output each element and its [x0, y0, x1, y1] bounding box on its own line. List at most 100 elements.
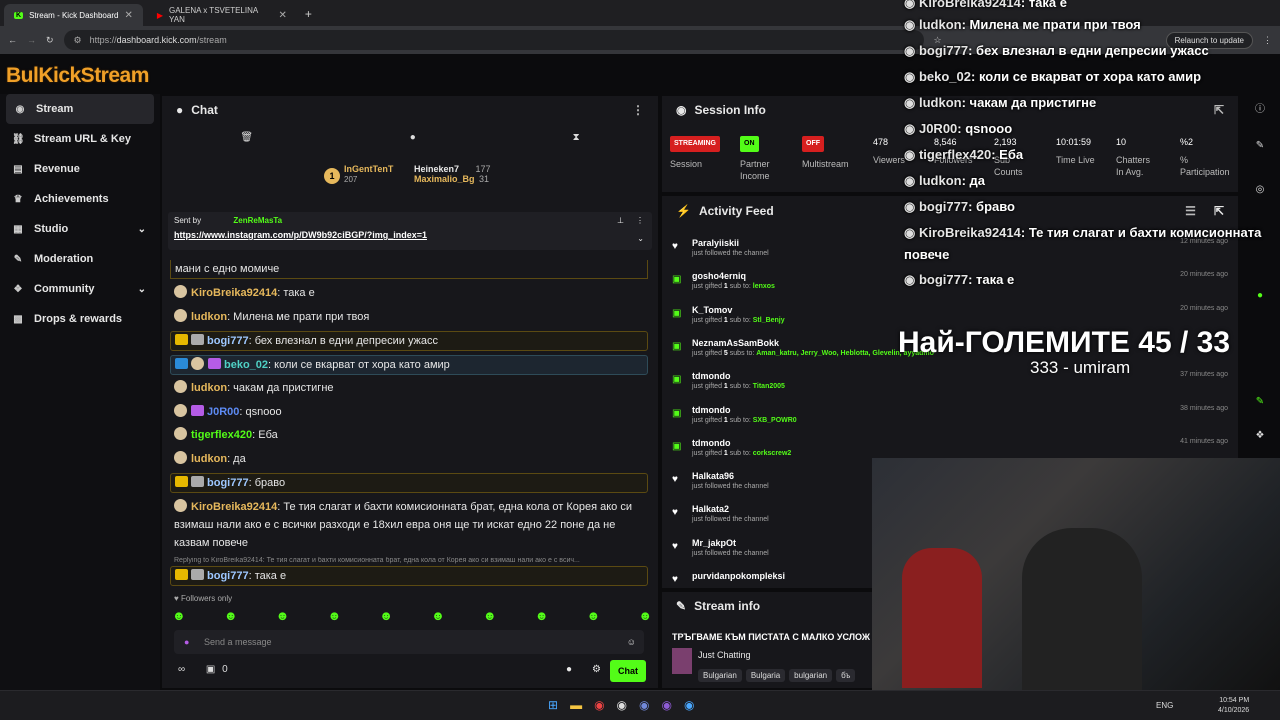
gear-icon[interactable]: ⚙	[592, 664, 601, 675]
file-explorer-icon[interactable]: ▬	[570, 698, 582, 712]
hourglass-icon[interactable]: ⧗	[573, 132, 580, 152]
chevron-down-icon[interactable]: ⌄	[637, 234, 644, 243]
chevron-down-icon[interactable]: ⌄	[138, 224, 146, 235]
username[interactable]: ludkon	[191, 382, 227, 394]
category-name[interactable]: Just Chatting	[698, 650, 751, 660]
activity-username[interactable]: K_Tomov	[692, 305, 1228, 315]
tag[interactable]: Bulgaria	[745, 669, 786, 682]
chrome-icon[interactable]: ◉	[594, 698, 604, 712]
username[interactable]: ludkon	[191, 453, 227, 465]
gift-recipients[interactable]: corkscrew2	[753, 450, 792, 457]
browser-tab-kick[interactable]: K Stream - Kick Dashboard ✕	[4, 4, 143, 26]
emote-icon[interactable]: ☻	[483, 608, 497, 623]
activity-username[interactable]: tdmondo	[692, 405, 1228, 415]
sidebar-item-studio[interactable]: ▦ Studio ⌄	[0, 214, 160, 244]
emote-icon[interactable]: ☻	[638, 608, 652, 623]
username[interactable]: KiroBreika92414	[191, 501, 277, 513]
username[interactable]: KiroBreika92414	[191, 287, 277, 299]
discord-icon[interactable]: ◉	[639, 698, 649, 712]
emote-icon[interactable]: ☻	[379, 608, 393, 623]
username[interactable]: beko_02	[224, 359, 268, 371]
mic-icon[interactable]: ●	[184, 637, 189, 647]
emote-icon[interactable]: ☻	[224, 608, 238, 623]
gift-recipients[interactable]: SXB_POWR0	[753, 417, 797, 424]
crown-badge-icon	[175, 334, 188, 345]
emote-icon[interactable]: ☻	[587, 608, 601, 623]
username[interactable]: bogi777	[207, 477, 249, 489]
more-options-icon[interactable]: ⋮	[636, 216, 644, 225]
wrench-icon[interactable]: ✎	[1250, 392, 1270, 412]
viber-icon[interactable]: ◉	[662, 698, 672, 712]
wrench-icon: ✎	[676, 599, 687, 613]
viewer-list-icon[interactable]: ▣	[206, 664, 215, 675]
username[interactable]: J0R00	[207, 406, 239, 418]
chat-icon[interactable]: ●	[410, 132, 416, 152]
new-tab-icon[interactable]: +	[305, 7, 312, 21]
trash-icon[interactable]: 🗑	[240, 132, 253, 152]
gift-count: 1	[723, 383, 728, 391]
message-text: : браво	[248, 477, 286, 489]
username[interactable]: bogi777	[207, 570, 249, 582]
sidebar-item-stream[interactable]: ◉ Stream	[6, 94, 154, 124]
heart-icon: ♥	[672, 574, 678, 585]
followers-only-text: Followers only	[180, 594, 233, 603]
back-icon[interactable]: ←	[8, 35, 17, 45]
tag[interactable]: Bulgarian	[698, 669, 742, 682]
chat-settings-icon[interactable]: ●	[566, 664, 572, 675]
username[interactable]: ludkon	[191, 311, 227, 323]
message-input[interactable]: ● Send a message ☺	[174, 630, 644, 654]
emote-icon[interactable]: ☻	[172, 608, 186, 623]
emote-icon[interactable]: ☻	[276, 608, 290, 623]
send-chat-button[interactable]: Chat	[610, 660, 646, 682]
more-options-icon[interactable]: ⋮	[632, 103, 644, 117]
pin-icon[interactable]: ⊥	[617, 216, 624, 225]
emote-icon[interactable]: ☻	[431, 608, 445, 623]
gift-count: 1	[723, 316, 728, 324]
username[interactable]: tigerflex420	[191, 429, 252, 441]
gift-recipients[interactable]: Stl_Benjy	[753, 317, 785, 324]
sidebar-item-community[interactable]: ❖ Community ⌄	[0, 274, 160, 304]
windows-start-icon[interactable]: ⊞	[548, 698, 558, 712]
sidebar-item-achievements[interactable]: ♛ Achievements	[0, 184, 160, 214]
chevron-down-icon[interactable]: ⌄	[138, 284, 146, 295]
reload-icon[interactable]: ↻	[46, 35, 54, 46]
overlay-chat-line: ◉ KiroBreika92414: Те тия слагат и бахти…	[904, 225, 1261, 241]
overlay-text: : Те тия слагат и бахти комисионната	[1020, 225, 1262, 240]
gift-recipients[interactable]: Titan2005	[753, 383, 785, 390]
forward-icon[interactable]: →	[27, 35, 36, 45]
activity-username[interactable]: tdmondo	[692, 438, 1228, 448]
language-indicator[interactable]: ENG	[1156, 701, 1173, 710]
sidebar-item-moderation[interactable]: ✎ Moderation	[0, 244, 160, 274]
gift-count: 1	[723, 449, 728, 457]
activity-username[interactable]: tdmondo	[692, 371, 1228, 381]
overlay-chat-line: ◉ bogi777: така е	[904, 272, 1014, 288]
users-icon[interactable]: ❖	[1250, 426, 1270, 446]
emote-icon[interactable]: ☻	[327, 608, 341, 623]
emoji-icon[interactable]: ☺	[627, 637, 636, 647]
emote-icon[interactable]: ☻	[535, 608, 549, 623]
sidebar: ◉ Stream ⛓ Stream URL & Key ▤ Revenue ♛ Achi…	[0, 94, 160, 690]
username[interactable]: bogi777	[207, 335, 249, 347]
clock[interactable]: 10:54 PM 4/10/2026	[1218, 696, 1249, 716]
person-right	[1022, 528, 1142, 690]
close-icon[interactable]: ✕	[278, 10, 286, 21]
url-field[interactable]: ⚙ https://dashboard.kick.com/stream	[63, 30, 924, 50]
sidebar-item-stream-url[interactable]: ⛓ Stream URL & Key	[0, 124, 160, 154]
tag[interactable]: бъ	[836, 669, 856, 682]
app-icon[interactable]: ◉	[684, 698, 694, 712]
infinity-icon[interactable]: ∞	[178, 664, 185, 675]
chat-panel: ● Chat ⋮ 🗑 ● ⧗ 1 InGentTenT 207 Heineken…	[162, 96, 658, 688]
stat-partner-income: ON Partner Income	[740, 136, 800, 182]
site-info-icon[interactable]: ⚙	[74, 35, 82, 46]
browser-tab-youtube[interactable]: ▶ GALENA x TSVETELINA YAN ✕	[147, 4, 297, 26]
chat-overlay: ◉ KiroBreika92414: така е ◉ ludkon: Милен…	[900, 0, 1280, 295]
gift-recipients[interactable]: lenxos	[753, 283, 775, 290]
pinned-link[interactable]: https://www.instagram.com/p/DW9b92ciBGP/…	[174, 230, 646, 240]
sidebar-item-revenue[interactable]: ▤ Revenue	[0, 154, 160, 184]
sidebar-item-drops[interactable]: ▩ Drops & rewards	[0, 304, 160, 334]
sidebar-item-label: Stream	[36, 103, 74, 115]
tag[interactable]: bulgarian	[789, 669, 833, 682]
close-icon[interactable]: ✕	[124, 10, 132, 21]
obs-icon[interactable]: ◉	[617, 698, 627, 712]
sent-by-label: Sent by	[174, 216, 202, 225]
